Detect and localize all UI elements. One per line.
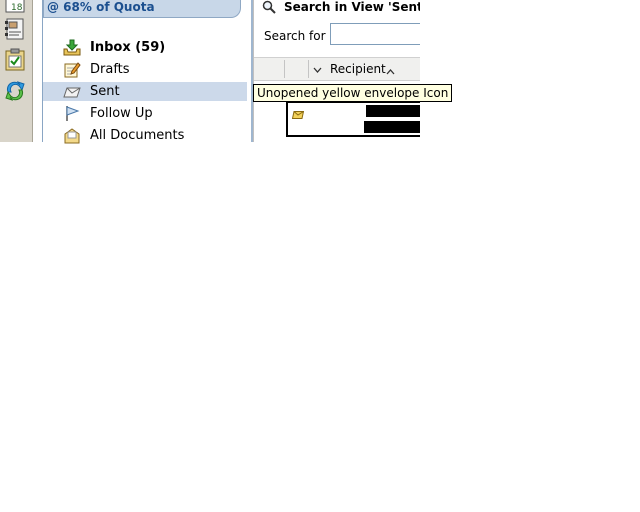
pane-divider[interactable] — [33, 0, 43, 142]
follow-up-flag-icon — [63, 105, 81, 122]
launcher-bar: 18 — [0, 0, 33, 142]
chevron-down-icon[interactable] — [313, 64, 322, 73]
column-header-recipient[interactable]: Recipient — [330, 62, 386, 76]
search-magnifier-icon — [262, 0, 276, 14]
search-for-label: Search for — [264, 29, 326, 43]
nav-item-label: Sent — [90, 84, 120, 99]
drafts-pencil-icon — [63, 61, 81, 78]
column-separator[interactable] — [308, 60, 309, 78]
search-title-text: Search in View 'Sent' — [284, 0, 420, 14]
nav-item-label: Drafts — [90, 62, 130, 77]
svg-text:18: 18 — [11, 3, 23, 13]
all-documents-icon — [63, 127, 81, 144]
unopened-yellow-envelope-icon[interactable] — [291, 108, 305, 119]
quota-text: @ 68% of Quota — [47, 0, 155, 14]
redacted-recipient-line — [366, 105, 420, 117]
todo-checklist-icon[interactable] — [3, 48, 27, 72]
view-pane: Search in View 'Sent' Search for Recipie… — [253, 0, 420, 142]
column-separator[interactable] — [284, 60, 285, 78]
nav-item-label: Inbox (59) — [90, 40, 166, 55]
nav-item-sent[interactable]: Sent — [43, 82, 247, 101]
nav-item-all-documents[interactable]: All Documents — [43, 126, 247, 145]
nav-item-follow-up[interactable]: Follow Up — [43, 104, 247, 123]
contacts-icon[interactable] — [3, 17, 27, 41]
quota-indicator: @ 68% of Quota — [43, 0, 241, 18]
nav-item-inbox[interactable]: Inbox (59) — [43, 38, 247, 57]
redacted-recipient-line — [364, 121, 420, 133]
nav-item-label: Follow Up — [90, 106, 153, 121]
sort-ascending-icon[interactable] — [386, 65, 395, 75]
sent-envelope-icon — [63, 83, 81, 100]
calendar-icon[interactable]: 18 — [3, 0, 27, 16]
tooltip: Unopened yellow envelope Icon — [253, 84, 453, 102]
nav-item-drafts[interactable]: Drafts — [43, 60, 247, 79]
column-header-row: Recipient — [254, 57, 420, 81]
nav-item-label: All Documents — [90, 128, 185, 143]
mail-navigator: @ 68% of Quota Inbox (59) Drafts Sent Fo… — [43, 0, 253, 145]
inbox-tray-icon — [63, 39, 81, 56]
replication-arrows-icon[interactable] — [3, 79, 27, 103]
search-input[interactable] — [330, 23, 420, 45]
